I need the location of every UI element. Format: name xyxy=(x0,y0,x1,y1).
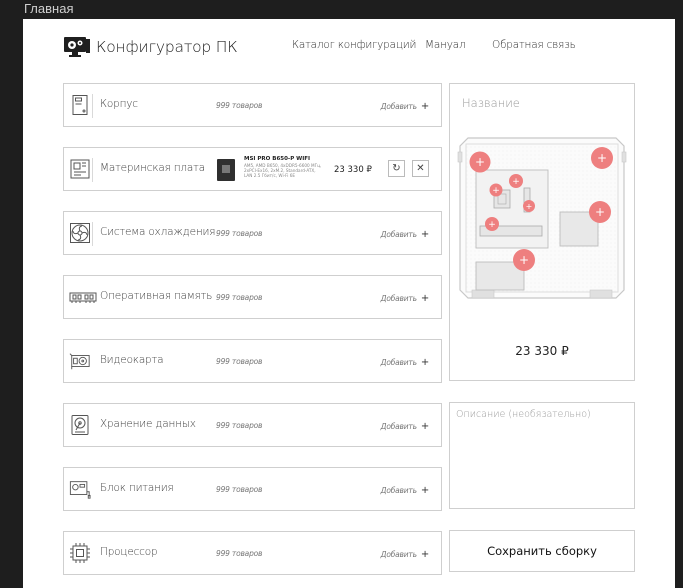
add-gpu-button[interactable]: Добавить + xyxy=(381,357,430,368)
plus-icon: + xyxy=(420,293,429,304)
pc-monitor-gear-icon xyxy=(64,37,90,57)
component-count: 999 товаров xyxy=(216,229,263,238)
add-storage-button[interactable]: Добавить + xyxy=(381,421,430,432)
component-label: Корпус xyxy=(100,98,138,110)
motherboard-thumbnail xyxy=(217,159,235,181)
component-label: Видеокарта xyxy=(100,354,164,366)
hotspot-storage[interactable]: + xyxy=(589,201,611,223)
nav-manual-link[interactable]: Мануал xyxy=(425,39,466,51)
hotspot-ram[interactable]: + xyxy=(523,200,535,212)
plus-icon: + xyxy=(420,357,429,368)
component-count: 999 товаров xyxy=(216,549,263,558)
component-row-cpu: Процессор 999 товаров Добавить + xyxy=(63,531,442,575)
psu-icon xyxy=(69,481,91,499)
component-label: Процессор xyxy=(100,546,158,558)
component-count: 999 товаров xyxy=(216,485,263,494)
plus-icon: + xyxy=(420,229,429,240)
component-row-psu: Блок питания 999 товаров Добавить + xyxy=(63,467,442,511)
component-count: 999 товаров xyxy=(216,357,263,366)
svg-text:+: + xyxy=(597,151,607,165)
hotspot-motherboard[interactable]: + xyxy=(591,147,613,169)
add-ram-button[interactable]: Добавить + xyxy=(381,293,430,304)
component-row-gpu: Видеокарта 999 товаров Добавить + xyxy=(63,339,442,383)
logo[interactable]: Конфигуратор ПК xyxy=(63,35,238,59)
hotspot-case[interactable]: + xyxy=(469,151,491,173)
configurator-page: Конфигуратор ПК Каталог конфигураций Ман… xyxy=(23,19,675,588)
svg-text:+: + xyxy=(492,186,500,196)
replace-motherboard-button[interactable]: ↻ xyxy=(388,160,405,177)
refresh-icon: ↻ xyxy=(392,163,401,174)
add-psu-button[interactable]: Добавить + xyxy=(381,485,430,496)
component-row-storage: Хранение данных 999 товаров Добавить + xyxy=(63,403,442,447)
component-label: Оперативная память xyxy=(100,290,213,302)
component-label: Блок питания xyxy=(100,482,174,494)
svg-text:+: + xyxy=(519,253,529,267)
pc-case-icon xyxy=(72,95,88,115)
cpu-icon xyxy=(70,543,90,563)
plus-icon: + xyxy=(420,101,429,112)
nav-catalog-link[interactable]: Каталог конфигураций xyxy=(292,39,416,51)
component-count: 999 товаров xyxy=(216,293,263,302)
component-count: 999 товаров xyxy=(216,101,263,110)
plus-icon: + xyxy=(420,549,429,560)
svg-text:+: + xyxy=(595,205,605,219)
add-case-button[interactable]: Добавить + xyxy=(381,101,430,112)
svg-text:+: + xyxy=(526,202,533,211)
svg-text:+: + xyxy=(488,220,496,230)
add-cooling-button[interactable]: Добавить + xyxy=(381,229,430,240)
remove-motherboard-button[interactable]: ✕ xyxy=(412,160,429,177)
selected-product-name: MSI PRO B650-P WIFI xyxy=(244,156,311,162)
selected-product-specs: AM5, AMD B650, 4xDDR5-6600 МГц, 2xPCI-Ex… xyxy=(244,163,322,178)
hotspot-psu[interactable]: + xyxy=(513,249,535,271)
svg-text:+: + xyxy=(475,155,485,169)
plus-icon: + xyxy=(420,485,429,496)
hotspot-gpu[interactable]: + xyxy=(485,217,499,231)
gpu-icon xyxy=(69,353,90,370)
save-build-button[interactable]: Сохранить сборку xyxy=(449,530,635,572)
component-row-case: Корпус 999 товаров Добавить + xyxy=(63,83,442,127)
nav-feedback-link[interactable]: Обратная связь xyxy=(492,39,576,51)
hdd-icon xyxy=(71,415,89,435)
svg-text:+: + xyxy=(512,177,520,187)
logo-text: Конфигуратор ПК xyxy=(96,38,238,56)
close-icon: ✕ xyxy=(416,163,425,174)
component-count: 999 товаров xyxy=(216,421,263,430)
build-preview-panel: Название + + + + + + + + 23 330 ₽ xyxy=(449,83,635,381)
add-cpu-button[interactable]: Добавить + xyxy=(381,549,430,560)
component-row-motherboard: Материнская плата MSI PRO B650-P WIFI AM… xyxy=(63,147,442,191)
hotspot-cooling[interactable]: + xyxy=(489,183,503,197)
build-name-field[interactable]: Название xyxy=(462,96,520,110)
cooler-fan-icon xyxy=(70,223,90,243)
selected-product-price: 23 330 ₽ xyxy=(334,165,372,175)
pc-case-preview: + + + + + + + + xyxy=(457,137,627,299)
plus-icon: + xyxy=(420,421,429,432)
description-input[interactable] xyxy=(449,402,635,509)
component-label: Хранение данных xyxy=(100,418,196,430)
build-total-price: 23 330 ₽ xyxy=(515,344,569,358)
component-label: Система охлаждения xyxy=(100,226,216,238)
motherboard-icon xyxy=(70,159,90,179)
component-label: Материнская плата xyxy=(100,162,205,174)
window-title: Главная xyxy=(24,1,74,16)
component-row-cooling: Система охлаждения 999 товаров Добавить + xyxy=(63,211,442,255)
component-row-ram: Оперативная память 999 товаров Добавить + xyxy=(63,275,442,319)
ram-icon xyxy=(69,292,97,303)
hotspot-cpu[interactable]: + xyxy=(509,174,523,188)
